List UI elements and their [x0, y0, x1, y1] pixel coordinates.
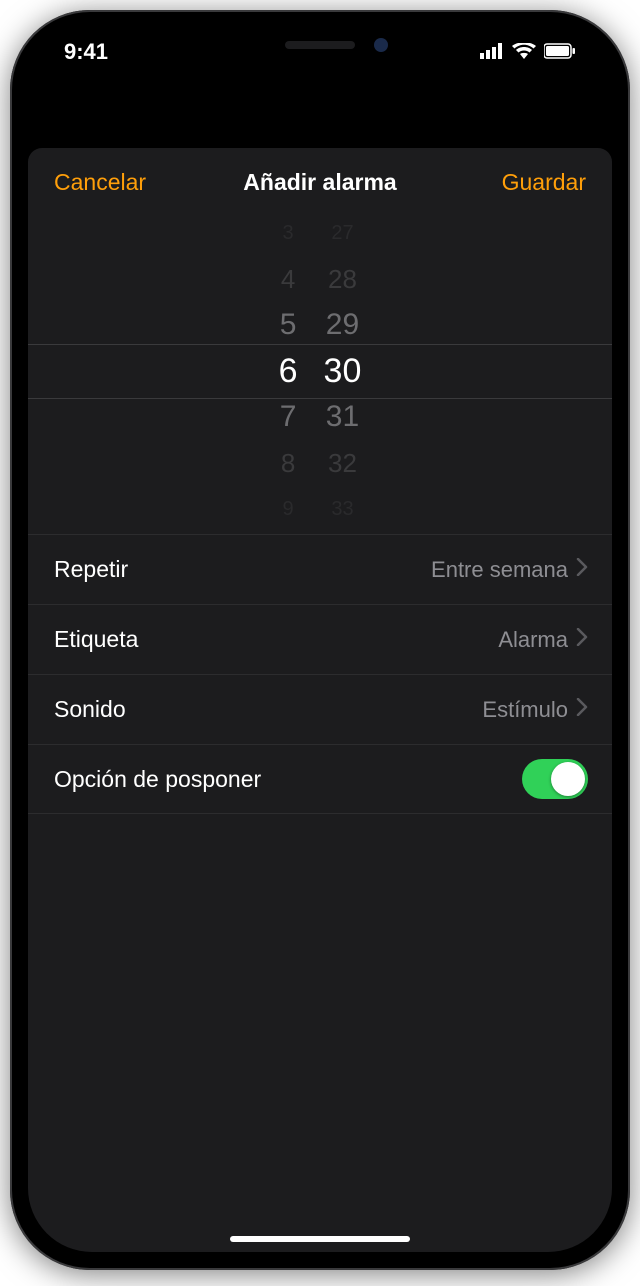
snooze-row: Opción de posponer: [28, 744, 612, 814]
speaker-grille: [285, 41, 355, 49]
row-value: Estímulo: [482, 697, 568, 723]
picker-minute[interactable]: 32: [328, 440, 357, 486]
row-value: Alarma: [498, 627, 568, 653]
picker-hour[interactable]: 5: [280, 302, 297, 348]
picker-minute[interactable]: 33: [331, 486, 353, 532]
minute-wheel[interactable]: 27 28 29 30 31 32 33: [324, 216, 362, 526]
add-alarm-sheet: Cancelar Añadir alarma Guardar 3 4 5 6 7…: [28, 148, 612, 1252]
time-picker[interactable]: 3 4 5 6 7 8 9 27 28 29 30: [28, 216, 612, 526]
picker-hour[interactable]: 7: [280, 394, 297, 440]
navbar: Cancelar Añadir alarma Guardar: [28, 148, 612, 216]
label-row[interactable]: Etiqueta Alarma: [28, 604, 612, 674]
picker-minute[interactable]: 29: [326, 302, 359, 348]
front-camera: [374, 38, 388, 52]
cellular-signal-icon: [480, 39, 504, 65]
picker-minute[interactable]: 31: [326, 394, 359, 440]
chevron-right-icon: [576, 558, 588, 581]
row-value: Entre semana: [431, 557, 568, 583]
battery-icon: [544, 39, 576, 65]
page-title: Añadir alarma: [243, 169, 396, 196]
chevron-right-icon: [576, 628, 588, 651]
cancel-button[interactable]: Cancelar: [54, 169, 146, 196]
picker-hour[interactable]: 3: [283, 210, 294, 256]
picker-minute[interactable]: 27: [331, 210, 353, 256]
picker-hour[interactable]: 4: [281, 256, 295, 302]
toggle-knob: [551, 762, 585, 796]
notch: [180, 28, 460, 62]
sound-row[interactable]: Sonido Estímulo: [28, 674, 612, 744]
status-time: 9:41: [64, 39, 108, 65]
picker-minute-selected[interactable]: 30: [324, 348, 362, 394]
picker-hour-selected[interactable]: 6: [279, 348, 298, 394]
picker-minute[interactable]: 28: [328, 256, 357, 302]
alarm-settings-list: Repetir Entre semana Etiqueta Alarma: [28, 534, 612, 814]
save-button[interactable]: Guardar: [502, 169, 586, 196]
snooze-toggle[interactable]: [522, 759, 588, 799]
picker-hour[interactable]: 8: [281, 440, 295, 486]
chevron-right-icon: [576, 698, 588, 721]
row-label: Sonido: [54, 696, 126, 723]
screen: 9:41 Cancelar Añ: [28, 28, 612, 1252]
repeat-row[interactable]: Repetir Entre semana: [28, 534, 612, 604]
row-label: Repetir: [54, 556, 128, 583]
hour-wheel[interactable]: 3 4 5 6 7 8 9: [279, 216, 298, 526]
phone-bezel: 9:41 Cancelar Añ: [28, 28, 612, 1252]
wifi-icon: [512, 39, 536, 65]
home-indicator[interactable]: [230, 1236, 410, 1242]
row-label: Etiqueta: [54, 626, 138, 653]
row-label: Opción de posponer: [54, 766, 261, 793]
picker-hour[interactable]: 9: [283, 486, 294, 532]
phone-frame: 9:41 Cancelar Añ: [10, 10, 630, 1270]
